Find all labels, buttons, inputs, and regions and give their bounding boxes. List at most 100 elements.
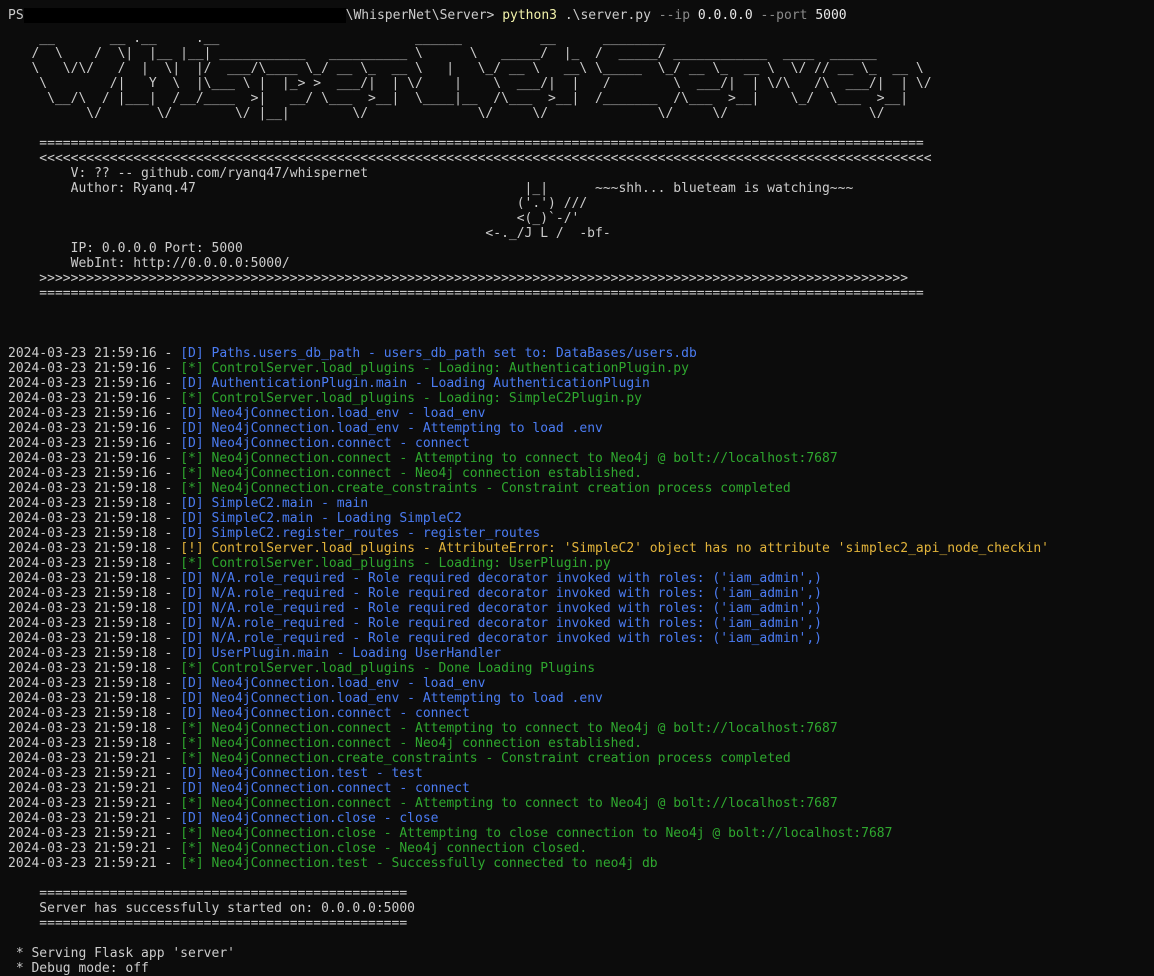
log-entry: 2024-03-23 21:59:16 - [D] Authentication… (8, 376, 650, 391)
log-timestamp: 2024-03-23 21:59:21 (8, 751, 157, 766)
log-entry: 2024-03-23 21:59:21 - [D] Neo4jConnectio… (8, 781, 470, 796)
log-level-tag: [*] (180, 391, 204, 406)
log-message: Neo4jConnection.create_constraints - Con… (211, 481, 791, 496)
log-entry: 2024-03-23 21:59:16 - [D] Neo4jConnectio… (8, 406, 486, 421)
log-timestamp: 2024-03-23 21:59:18 (8, 571, 157, 586)
log-level-tag: [D] (180, 346, 204, 361)
log-message: ControlServer.load_plugins - Loading: Au… (211, 361, 689, 376)
log-timestamp: 2024-03-23 21:59:21 (8, 826, 157, 841)
log-level-tag: [D] (180, 421, 204, 436)
log-timestamp: 2024-03-23 21:59:18 (8, 676, 157, 691)
log-entry: 2024-03-23 21:59:18 - [*] Neo4jConnectio… (8, 721, 838, 736)
log-output: 2024-03-23 21:59:16 - [D] Paths.users_db… (8, 346, 1154, 871)
log-level-tag: [*] (180, 856, 204, 871)
log-timestamp: 2024-03-23 21:59:16 (8, 421, 157, 436)
log-level-tag: [*] (180, 736, 204, 751)
log-level-tag: [D] (180, 376, 204, 391)
log-level-tag: [D] (180, 526, 204, 541)
log-level-tag: [*] (180, 751, 204, 766)
log-entry: 2024-03-23 21:59:18 - [D] SimpleC2.regis… (8, 526, 541, 541)
log-message: Neo4jConnection.connect - connect (211, 436, 470, 451)
log-message: ControlServer.load_plugins - Loading: Si… (211, 391, 642, 406)
log-timestamp: 2024-03-23 21:59:18 (8, 646, 157, 661)
log-timestamp: 2024-03-23 21:59:18 (8, 586, 157, 601)
banner-rule-top: ========================================… (8, 136, 924, 151)
banner-rule-lt: <<<<<<<<<<<<<<<<<<<<<<<<<<<<<<<<<<<<<<<<… (8, 151, 932, 166)
log-message: Neo4jConnection.connect - Neo4j connecti… (211, 736, 642, 751)
log-level-tag: [D] (180, 676, 204, 691)
log-timestamp: 2024-03-23 21:59:21 (8, 841, 157, 856)
log-entry: 2024-03-23 21:59:18 - [*] ControlServer.… (8, 556, 611, 571)
log-entry: 2024-03-23 21:59:18 - [*] Neo4jConnectio… (8, 736, 642, 751)
log-timestamp: 2024-03-23 21:59:18 (8, 541, 157, 556)
log-timestamp: 2024-03-23 21:59:18 (8, 511, 157, 526)
log-timestamp: 2024-03-23 21:59:18 (8, 526, 157, 541)
banner-info-line: ('.') /// (8, 196, 588, 211)
log-message: N/A.role_required - Role required decora… (211, 586, 822, 601)
log-level-tag: [*] (180, 796, 204, 811)
ascii-banner-line: \ /| Y \ |\___ \ | |_> > ___/| | \/ | \ … (8, 76, 932, 91)
log-entry: 2024-03-23 21:59:18 - [D] N/A.role_requi… (8, 631, 822, 646)
flask-debug-line: * Debug mode: off (8, 961, 149, 976)
log-entry: 2024-03-23 21:59:21 - [D] Neo4jConnectio… (8, 766, 423, 781)
log-timestamp: 2024-03-23 21:59:18 (8, 721, 157, 736)
command-prompt-line: PS \WhisperNet\Server> python3 .\server.p… (8, 8, 1154, 23)
log-level-tag: [D] (180, 766, 204, 781)
log-timestamp: 2024-03-23 21:59:21 (8, 796, 157, 811)
command-port-value: 5000 (815, 8, 847, 23)
log-timestamp: 2024-03-23 21:59:21 (8, 856, 157, 871)
log-message: Neo4jConnection.connect - connect (211, 706, 470, 721)
log-entry: 2024-03-23 21:59:18 - [*] Neo4jConnectio… (8, 481, 791, 496)
flask-serving-line: * Serving Flask app 'server' (8, 946, 235, 961)
log-message: SimpleC2.main - Loading SimpleC2 (211, 511, 462, 526)
log-message: ControlServer.load_plugins - AttributeEr… (211, 541, 1049, 556)
log-message: Neo4jConnection.test - test (211, 766, 423, 781)
log-timestamp: 2024-03-23 21:59:18 (8, 496, 157, 511)
log-level-tag: [D] (180, 691, 204, 706)
log-level-tag: [D] (180, 571, 204, 586)
redacted-path-block (23, 8, 346, 23)
banner-info-line: Author: Ryanq.47 |_| ~~~shh... blueteam … (8, 181, 854, 196)
log-level-tag: [*] (180, 466, 204, 481)
log-level-tag: [*] (180, 841, 204, 856)
log-timestamp: 2024-03-23 21:59:18 (8, 691, 157, 706)
log-level-tag: [D] (180, 616, 204, 631)
log-message: Neo4jConnection.test - Successfully conn… (211, 856, 658, 871)
log-message: ControlServer.load_plugins - Loading: Us… (211, 556, 611, 571)
log-level-tag: [!] (180, 541, 204, 556)
log-level-tag: [D] (180, 511, 204, 526)
log-entry: 2024-03-23 21:59:21 - [*] Neo4jConnectio… (8, 856, 658, 871)
log-entry: 2024-03-23 21:59:18 - [D] Neo4jConnectio… (8, 691, 603, 706)
banner-info: V: ?? -- github.com/ryanq47/whispernet A… (8, 166, 1154, 271)
banner-info-line: <(_)`-/' (8, 211, 580, 226)
terminal-window[interactable]: PS \WhisperNet\Server> python3 .\server.p… (0, 0, 1154, 976)
log-entry: 2024-03-23 21:59:21 - [*] Neo4jConnectio… (8, 751, 791, 766)
ascii-banner-line: \ \/\/ / | \| |/ ___/\____ \_/ __ \_ __ … (8, 61, 924, 76)
log-message: Neo4jConnection.connect - connect (211, 781, 470, 796)
log-timestamp: 2024-03-23 21:59:18 (8, 736, 157, 751)
command-ip-value: 0.0.0.0 (697, 8, 753, 23)
log-timestamp: 2024-03-23 21:59:16 (8, 466, 157, 481)
log-timestamp: 2024-03-23 21:59:16 (8, 346, 157, 361)
log-timestamp: 2024-03-23 21:59:21 (8, 766, 157, 781)
log-level-tag: [D] (180, 406, 204, 421)
log-timestamp: 2024-03-23 21:59:16 (8, 391, 157, 406)
log-entry: 2024-03-23 21:59:18 - [*] ControlServer.… (8, 661, 596, 676)
log-message: SimpleC2.register_routes - register_rout… (211, 526, 541, 541)
startup-message: Server has successfully started on: 0.0.… (8, 901, 415, 916)
log-entry: 2024-03-23 21:59:18 - [D] Neo4jConnectio… (8, 676, 486, 691)
log-message: Paths.users_db_path - users_db_path set … (211, 346, 697, 361)
log-message: Neo4jConnection.connect - Attempting to … (211, 721, 838, 736)
log-entry: 2024-03-23 21:59:18 - [D] N/A.role_requi… (8, 586, 822, 601)
banner-info-line: <-._/J L / -bf- (8, 226, 611, 241)
log-entry: 2024-03-23 21:59:18 - [D] SimpleC2.main … (8, 511, 462, 526)
log-entry: 2024-03-23 21:59:16 - [*] Neo4jConnectio… (8, 451, 838, 466)
log-timestamp: 2024-03-23 21:59:18 (8, 601, 157, 616)
log-timestamp: 2024-03-23 21:59:18 (8, 556, 157, 571)
log-message: SimpleC2.main - main (211, 496, 369, 511)
ascii-banner: __ __ .__ .__ ______ __ ________ / \ / \… (8, 31, 1154, 121)
prompt-path: \WhisperNet\Server> (345, 8, 495, 23)
log-message: Neo4jConnection.connect - Attempting to … (211, 451, 838, 466)
log-entry: 2024-03-23 21:59:16 - [D] Neo4jConnectio… (8, 436, 470, 451)
log-level-tag: [D] (180, 586, 204, 601)
